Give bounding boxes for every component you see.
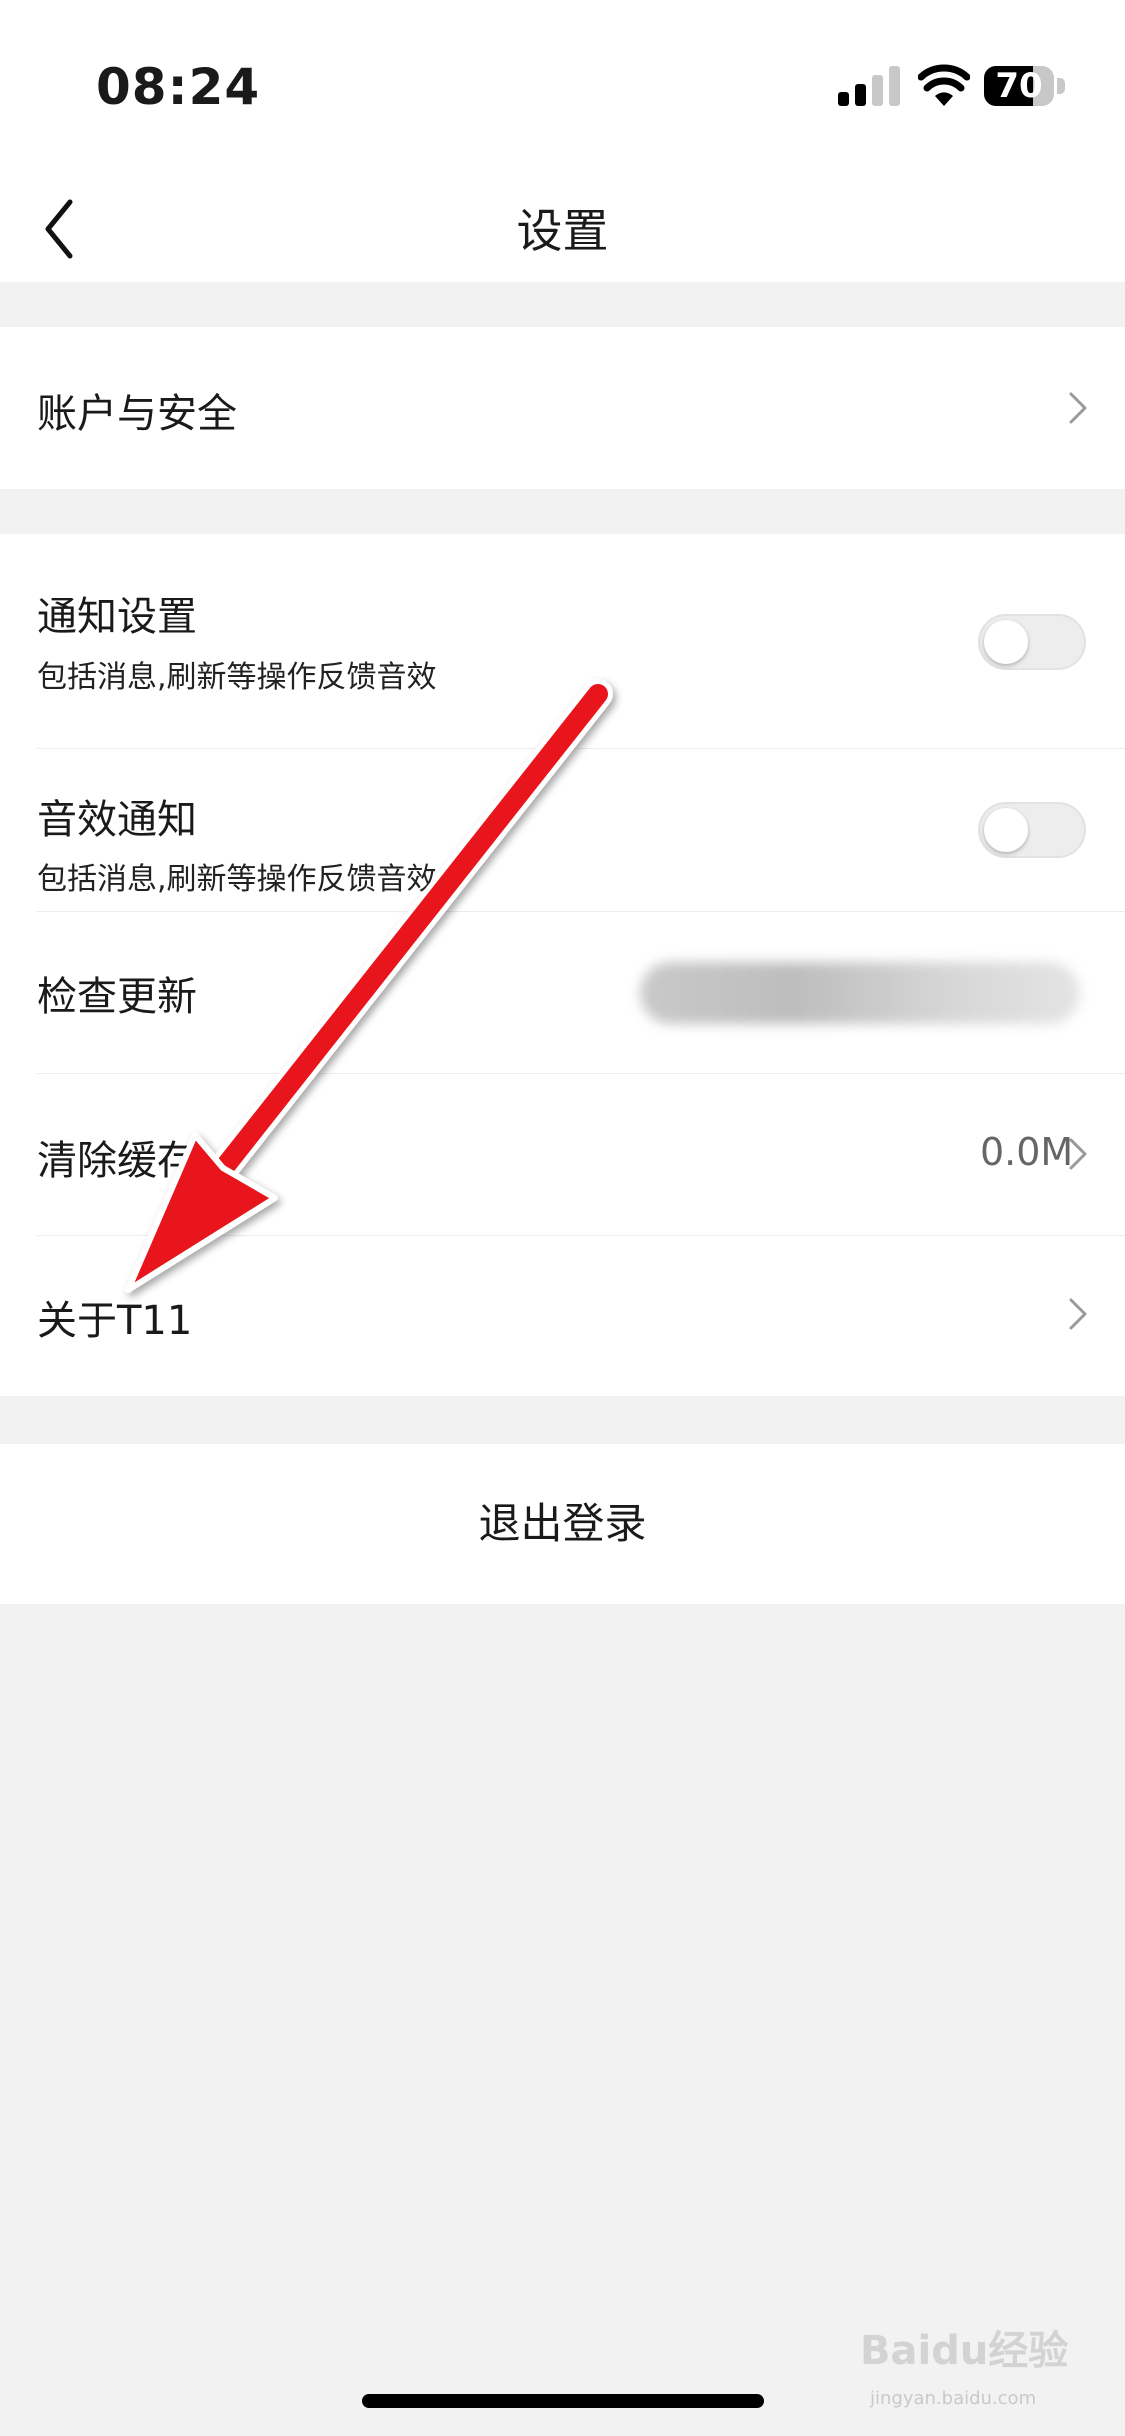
chevron-right-icon xyxy=(1069,1138,1087,1170)
logout-button[interactable]: 退出登录 xyxy=(0,1444,1125,1604)
settings-item-clear-cache[interactable]: 清除缓存 0.0M xyxy=(0,1074,1125,1235)
settings-item-subtitle: 包括消息,刷新等操作反馈音效 xyxy=(37,862,437,897)
chevron-right-icon xyxy=(1069,1298,1087,1330)
account-card: 账户与安全 xyxy=(0,327,1125,489)
status-time: 08:24 xyxy=(96,58,261,116)
settings-item-about[interactable]: 关于T11 xyxy=(0,1236,1125,1396)
sound-notification-toggle[interactable] xyxy=(978,802,1086,858)
chevron-right-icon xyxy=(1069,392,1087,424)
settings-item-label: 检查更新 xyxy=(37,974,197,1020)
nav-bar: 设置 xyxy=(0,180,1125,282)
settings-item-label: 通知设置 xyxy=(37,594,197,640)
settings-item-subtitle: 包括消息,刷新等操作反馈音效 xyxy=(37,660,437,695)
home-indicator xyxy=(362,2394,764,2408)
battery-icon: 70 xyxy=(984,66,1066,106)
page-title: 设置 xyxy=(516,204,609,258)
settings-item-check-update[interactable]: 检查更新 xyxy=(0,912,1125,1073)
battery-level: 70 xyxy=(995,66,1043,106)
settings-card: 通知设置 包括消息,刷新等操作反馈音效 音效通知 包括消息,刷新等操作反馈音效 … xyxy=(0,534,1125,1396)
settings-item-label: 账户与安全 xyxy=(37,391,237,437)
cellular-signal-icon xyxy=(838,66,900,106)
watermark-url: jingyan.baidu.com xyxy=(870,2388,1037,2409)
settings-item-label: 关于T11 xyxy=(37,1298,193,1344)
settings-item-sound-notification: 音效通知 包括消息,刷新等操作反馈音效 xyxy=(0,749,1125,911)
baidu-watermark: Baidu经验 xyxy=(860,2328,1069,2374)
blurred-version-info xyxy=(640,962,1080,1024)
logout-label: 退出登录 xyxy=(478,1499,647,1548)
settings-item-notification: 通知设置 包括消息,刷新等操作反馈音效 xyxy=(0,534,1125,748)
cache-size-value: 0.0M xyxy=(980,1130,1074,1174)
notification-toggle[interactable] xyxy=(978,614,1086,670)
status-bar: 08:24 70 xyxy=(0,0,1125,180)
wifi-icon xyxy=(918,64,970,106)
settings-item-label: 音效通知 xyxy=(37,797,197,843)
settings-item-label: 清除缓存 xyxy=(37,1138,197,1184)
settings-item-account-security[interactable]: 账户与安全 xyxy=(0,327,1125,489)
